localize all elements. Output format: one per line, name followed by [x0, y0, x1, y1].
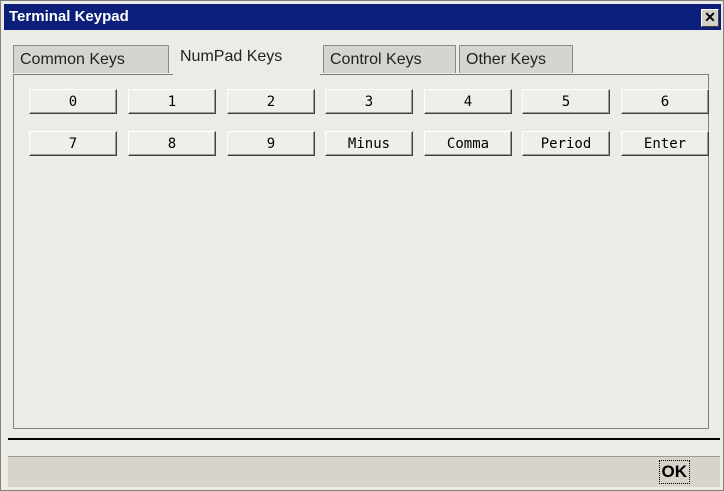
tab-label: Control Keys [330, 51, 422, 68]
key-period[interactable]: Period [522, 131, 610, 156]
footer-divider [8, 438, 720, 440]
tab-label: Common Keys [20, 51, 125, 68]
key-enter[interactable]: Enter [621, 131, 709, 156]
key-6[interactable]: 6 [621, 89, 709, 114]
tab-other-keys[interactable]: Other Keys [459, 45, 573, 73]
key-0[interactable]: 0 [29, 89, 117, 114]
window-title: Terminal Keypad [9, 8, 129, 25]
tab-label: Other Keys [466, 51, 547, 68]
key-4[interactable]: 4 [424, 89, 512, 114]
terminal-keypad-window: Terminal Keypad ✕ Common Keys NumPad Key… [0, 0, 724, 491]
tab-label: NumPad Keys [180, 48, 283, 65]
tab-numpad-keys[interactable]: NumPad Keys [173, 41, 320, 75]
key-3[interactable]: 3 [325, 89, 413, 114]
numpad-keys-panel: 0 1 2 3 4 5 6 7 8 9 Minus Comma Period E… [13, 74, 709, 429]
key-5[interactable]: 5 [522, 89, 610, 114]
title-bar[interactable]: Terminal Keypad ✕ [4, 4, 721, 30]
close-button[interactable]: ✕ [701, 9, 719, 27]
button-bar: OK [8, 456, 720, 487]
close-icon: ✕ [704, 9, 716, 25]
key-comma[interactable]: Comma [424, 131, 512, 156]
key-2[interactable]: 2 [227, 89, 315, 114]
key-7[interactable]: 7 [29, 131, 117, 156]
key-1[interactable]: 1 [128, 89, 216, 114]
key-8[interactable]: 8 [128, 131, 216, 156]
key-minus[interactable]: Minus [325, 131, 413, 156]
ok-button[interactable]: OK [658, 460, 690, 484]
tab-common-keys[interactable]: Common Keys [13, 45, 169, 73]
tab-control-keys[interactable]: Control Keys [323, 45, 456, 73]
key-9[interactable]: 9 [227, 131, 315, 156]
